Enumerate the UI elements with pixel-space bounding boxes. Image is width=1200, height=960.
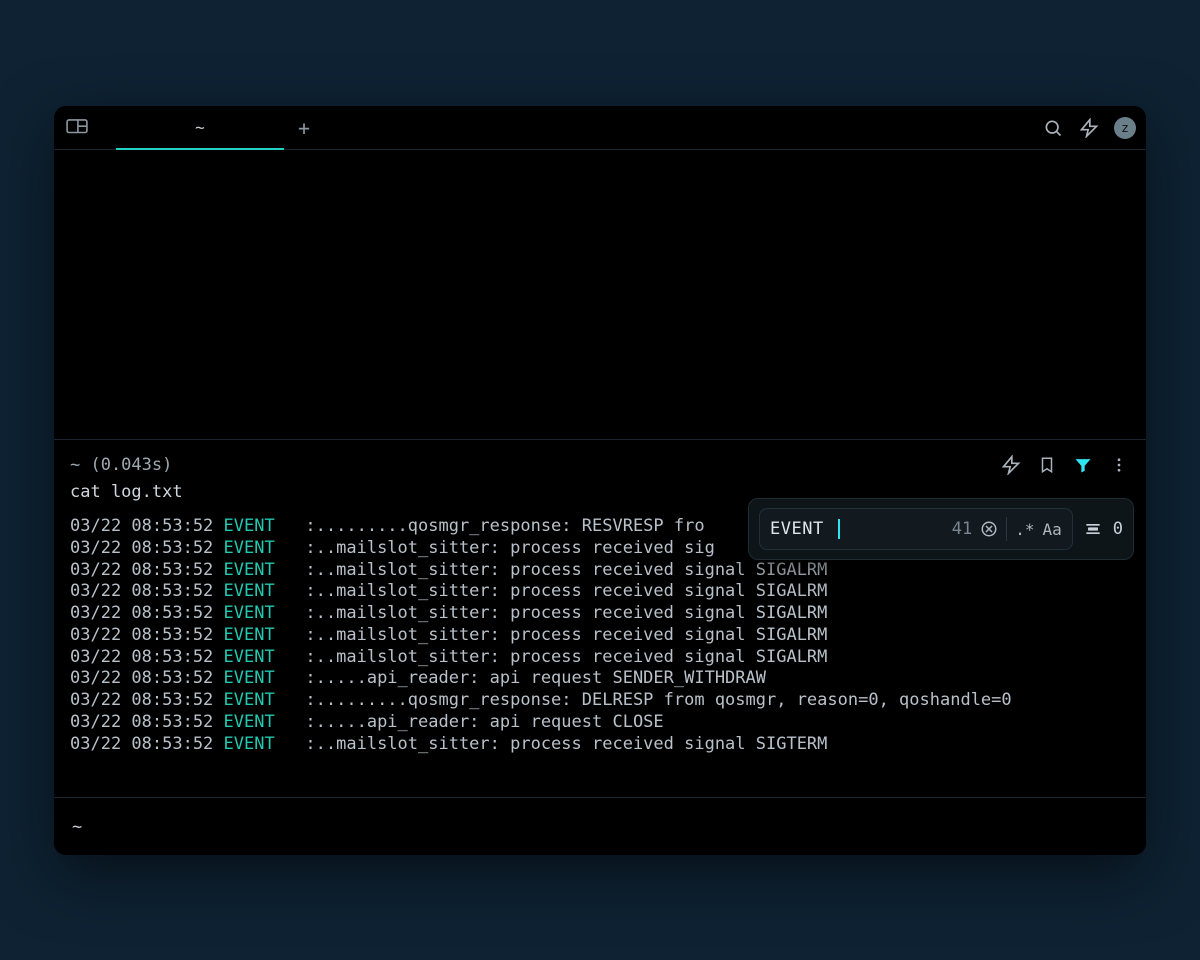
case-sensitive-toggle[interactable]: Aa: [1042, 520, 1061, 539]
select-lines-icon[interactable]: [1083, 519, 1103, 539]
log-line: 03/22 08:53:52 EVENT :.........qosmgr_re…: [70, 690, 1130, 712]
bolt-icon[interactable]: [1000, 454, 1022, 476]
prompt-pane[interactable]: ~: [54, 797, 1146, 855]
selection-group: 0: [1083, 519, 1123, 539]
bookmark-icon[interactable]: [1036, 454, 1058, 476]
bolt-icon[interactable]: [1078, 117, 1100, 139]
log-line: 03/22 08:53:52 EVENT :..mailslot_sitter:…: [70, 581, 1130, 603]
log-line: 03/22 08:53:52 EVENT :..mailslot_sitter:…: [70, 560, 1130, 582]
filter-icon[interactable]: [1072, 454, 1094, 476]
log-line: 03/22 08:53:52 EVENT :..mailslot_sitter:…: [70, 734, 1130, 756]
output-pane: ~ (0.043s): [54, 440, 1146, 797]
new-tab-button[interactable]: +: [284, 106, 324, 150]
log-line: 03/22 08:53:52 EVENT :.....api_reader: a…: [70, 712, 1130, 734]
terminal-window: ~ + z ~ (0.043s: [54, 106, 1146, 855]
search-match-count: 41: [952, 519, 972, 539]
log-line: 03/22 08:53:52 EVENT :..mailslot_sitter:…: [70, 647, 1130, 669]
selection-count: 0: [1113, 519, 1123, 539]
tab-home[interactable]: ~: [116, 106, 284, 150]
clear-icon[interactable]: [980, 520, 998, 538]
output-pane-empty: [54, 150, 1146, 440]
split-panes-icon[interactable]: [66, 119, 88, 137]
block-header: ~ (0.043s): [70, 454, 1130, 476]
prompt-text: ~: [72, 817, 82, 837]
divider: [1006, 517, 1007, 541]
search-icon[interactable]: [1042, 117, 1064, 139]
avatar-initial: z: [1122, 121, 1128, 135]
search-field: 41 .* Aa: [759, 508, 1073, 550]
log-line: 03/22 08:53:52 EVENT :.....api_reader: a…: [70, 668, 1130, 690]
avatar[interactable]: z: [1114, 117, 1136, 139]
search-panel: 41 .* Aa 0: [748, 498, 1134, 560]
text-cursor: [838, 519, 840, 539]
tab-label: ~: [195, 118, 205, 137]
block-actions: [1000, 454, 1130, 476]
log-line: 03/22 08:53:52 EVENT :..mailslot_sitter:…: [70, 625, 1130, 647]
more-icon[interactable]: [1108, 454, 1130, 476]
tab-bar: ~ +: [116, 106, 324, 150]
titlebar: ~ + z: [54, 106, 1146, 150]
titlebar-actions: z: [1042, 117, 1136, 139]
plus-icon: +: [298, 116, 310, 140]
block-meta: ~ (0.043s): [70, 455, 172, 475]
regex-toggle[interactable]: .*: [1015, 520, 1034, 539]
log-line: 03/22 08:53:52 EVENT :..mailslot_sitter:…: [70, 603, 1130, 625]
search-input[interactable]: [770, 519, 840, 539]
